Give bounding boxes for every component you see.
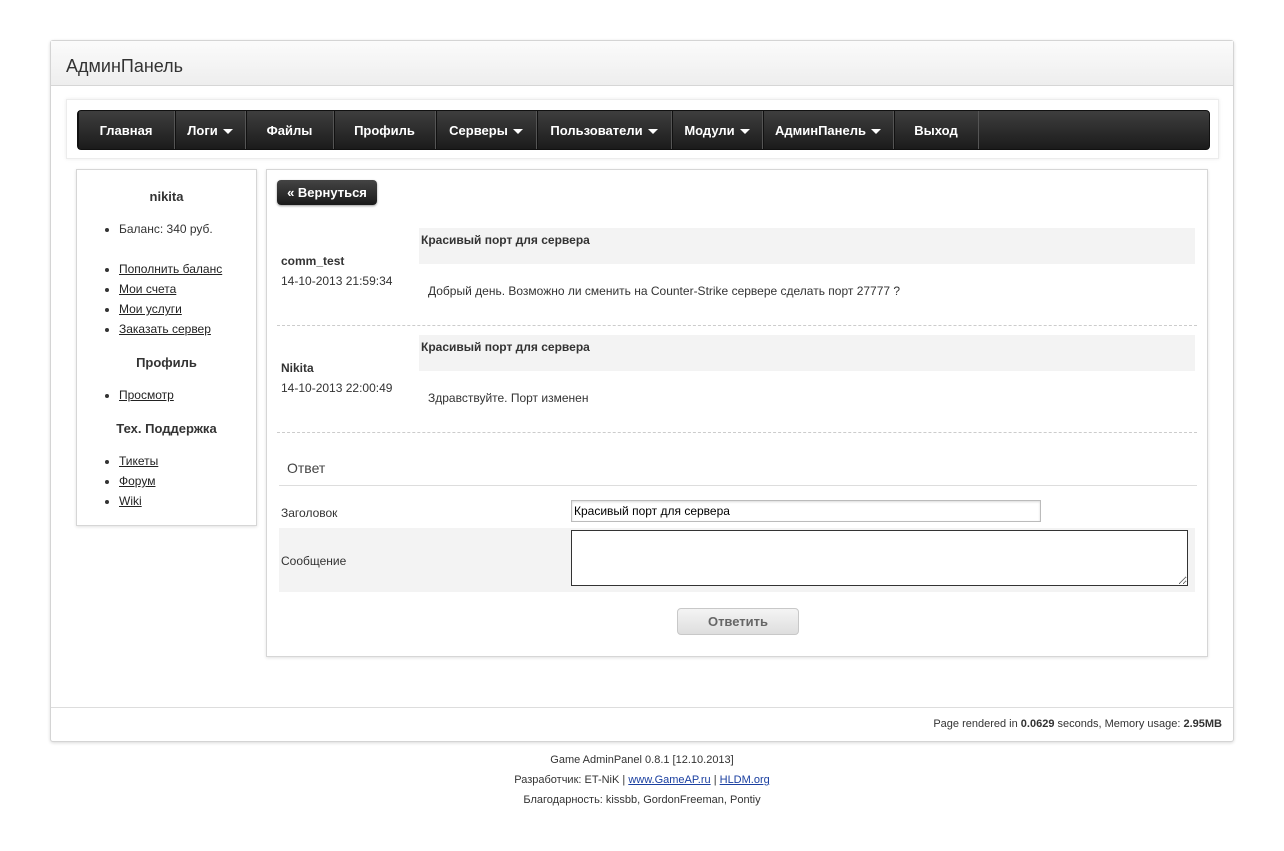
nav-item-files[interactable]: Файлы xyxy=(246,111,334,149)
message-field[interactable] xyxy=(571,530,1188,586)
message-date: 14-10-2013 22:00:49 xyxy=(281,381,393,395)
nav-item-home[interactable]: Главная xyxy=(78,111,175,149)
reply-heading: Ответ xyxy=(287,460,326,476)
footer-link-gameap[interactable]: www.GameAP.ru xyxy=(628,774,710,786)
sidebar-item-wiki[interactable]: Wiki xyxy=(119,491,158,511)
footer-developer: Разработчик: ET-NiK | www.GameAP.ru | HL… xyxy=(514,774,770,786)
balance-item: Баланс: 340 руб. xyxy=(119,219,213,239)
panel-footer-divider xyxy=(51,707,1233,708)
reply-submit-button[interactable]: Ответить xyxy=(677,608,799,635)
chevron-down-icon xyxy=(871,128,881,134)
sidebar-item-view-profile[interactable]: Просмотр xyxy=(119,385,174,405)
ticket-content: « Вернуться Красивый порт для сервера co… xyxy=(266,169,1208,657)
main-navbar: Главная Логи Файлы Профиль Серверы Польз… xyxy=(77,110,1210,150)
render-info: Page rendered in 0.0629 seconds, Memory … xyxy=(933,718,1222,730)
sidebar-heading-support: Тех. Поддержка xyxy=(116,421,217,436)
support-links: Тикеты Форум Wiki xyxy=(103,451,158,511)
sidebar-username: nikita xyxy=(149,189,184,204)
sidebar-item-invoices[interactable]: Мои счета xyxy=(119,279,222,299)
sidebar: nikita Баланс: 340 руб. Пополнить баланс… xyxy=(76,169,257,526)
nav-item-logout[interactable]: Выход xyxy=(894,111,979,149)
sidebar-heading-profile: Профиль xyxy=(136,355,197,370)
message-subject: Красивый порт для сервера xyxy=(419,228,1195,264)
chevron-down-icon xyxy=(739,128,750,134)
nav-item-logs[interactable]: Логи xyxy=(175,111,246,149)
chevron-down-icon xyxy=(222,128,233,134)
message-text: Здравствуйте. Порт изменен xyxy=(428,391,589,405)
sidebar-item-forum[interactable]: Форум xyxy=(119,471,158,491)
title-field[interactable] xyxy=(571,500,1041,522)
message-author: Nikita xyxy=(281,361,314,375)
title-label: Заголовок xyxy=(281,506,338,520)
nav-item-servers[interactable]: Серверы xyxy=(436,111,537,149)
account-links: Пополнить баланс Мои счета Мои услуги За… xyxy=(103,259,222,339)
chevron-down-icon xyxy=(647,128,658,134)
message-author: comm_test xyxy=(281,254,345,268)
profile-links: Просмотр xyxy=(103,385,174,405)
sidebar-item-services[interactable]: Мои услуги xyxy=(119,299,222,319)
page-title: АдминПанель xyxy=(66,56,184,76)
footer-link-hldm[interactable]: HLDM.org xyxy=(720,774,770,786)
back-button[interactable]: « Вернуться xyxy=(277,180,377,205)
message-label: Сообщение xyxy=(281,554,347,568)
reply-heading-rule xyxy=(279,485,1197,486)
sidebar-item-topup[interactable]: Пополнить баланс xyxy=(119,259,222,279)
nav-item-modules[interactable]: Модули xyxy=(672,111,763,149)
chevron-down-icon xyxy=(512,128,523,134)
panel-header xyxy=(51,41,1233,86)
nav-container: Главная Логи Файлы Профиль Серверы Польз… xyxy=(66,99,1219,159)
message-text: Добрый день. Возможно ли сменить на Coun… xyxy=(428,284,901,298)
footer-thanks: Благодарность: kissbb, GordonFreeman, Po… xyxy=(523,794,761,806)
sidebar-item-order-server[interactable]: Заказать сервер xyxy=(119,319,222,339)
balance-list: Баланс: 340 руб. xyxy=(103,219,213,239)
main-panel: АдминПанель Главная Логи Файлы Профиль С… xyxy=(50,40,1234,742)
message-date: 14-10-2013 21:59:34 xyxy=(281,274,393,288)
nav-item-users[interactable]: Пользователи xyxy=(537,111,672,149)
nav-item-adminpanel[interactable]: АдминПанель xyxy=(763,111,894,149)
footer-version: Game AdminPanel 0.8.1 [12.10.2013] xyxy=(550,754,734,766)
message-subject: Красивый порт для сервера xyxy=(419,335,1195,371)
sidebar-item-tickets[interactable]: Тикеты xyxy=(119,451,158,471)
message-divider xyxy=(277,325,1197,326)
nav-item-profile[interactable]: Профиль xyxy=(334,111,436,149)
message-divider xyxy=(277,432,1197,433)
